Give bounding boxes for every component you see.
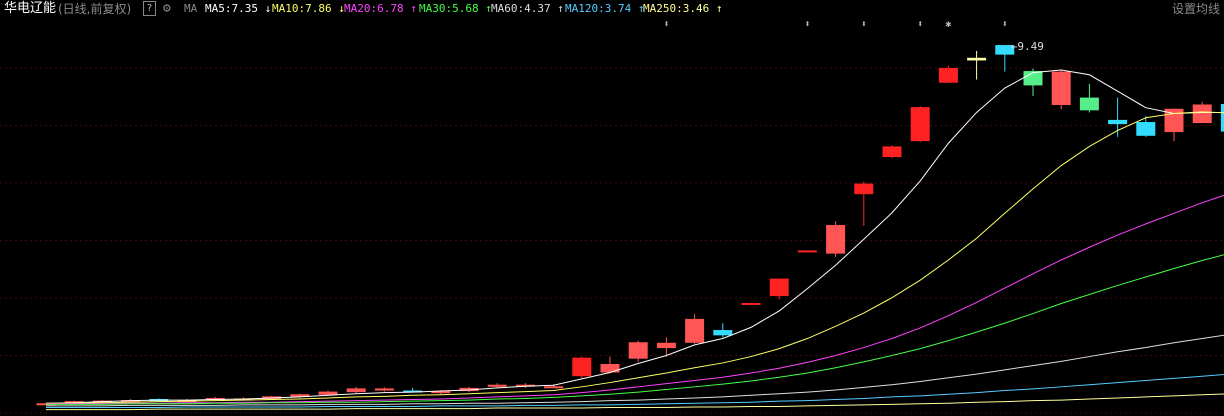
- ma-legend-item-ma60: MA60:4.37 ↑: [491, 2, 564, 15]
- gear-icon[interactable]: ⚙: [163, 1, 171, 17]
- candle-body[interactable]: [1051, 71, 1071, 106]
- candle-body[interactable]: [938, 67, 958, 83]
- candle-body[interactable]: [487, 384, 507, 387]
- candle-body[interactable]: [826, 224, 846, 254]
- help-button[interactable]: ?: [143, 1, 156, 16]
- candle-body[interactable]: [374, 388, 394, 391]
- ma-legend-item-ma250: MA250:3.46 ↑: [643, 2, 723, 15]
- chart-toolbar: 华电辽能 (日线,前复权) ? ⚙ MA MA5:7.35 ↓ MA10:7.86…: [0, 0, 1224, 18]
- high-price-label: ←9.49: [1011, 40, 1044, 53]
- event-marker[interactable]: ⬍: [804, 19, 810, 30]
- candle-body[interactable]: [1136, 122, 1156, 136]
- candle-body[interactable]: [882, 146, 902, 158]
- candle-body[interactable]: [1192, 104, 1212, 124]
- candle-body[interactable]: [741, 302, 761, 305]
- event-marker[interactable]: ⬍: [663, 19, 669, 30]
- candle-body[interactable]: [713, 330, 733, 336]
- candle-body[interactable]: [628, 342, 648, 359]
- indicator-name: MA: [184, 2, 198, 15]
- candle-body[interactable]: [967, 57, 987, 61]
- candle-body[interactable]: [656, 342, 676, 349]
- candlestick-chart[interactable]: ←9.49⬍ ⬍ ⬍ ⬍ ✱ ⬍: [0, 18, 1224, 416]
- candle-body[interactable]: [600, 363, 620, 373]
- candle-body[interactable]: [769, 278, 789, 297]
- candle-body[interactable]: [572, 357, 592, 377]
- ma-legend-item-ma5: MA5:7.35 ↓: [205, 2, 272, 15]
- candle-body[interactable]: [1108, 119, 1128, 125]
- candle-body[interactable]: [685, 318, 705, 343]
- ma-line-ma10: [46, 111, 1224, 404]
- candle-body[interactable]: [910, 107, 930, 142]
- ma-legend-item-ma10: MA10:7.86 ↓: [272, 2, 345, 15]
- stock-name: 华电辽能: [4, 1, 57, 16]
- candle-body[interactable]: [318, 391, 338, 395]
- event-marker[interactable]: ⬍: [1002, 19, 1008, 30]
- candle-body[interactable]: [797, 250, 817, 253]
- set-ma-button[interactable]: 设置均线: [1172, 1, 1220, 17]
- candle-body[interactable]: [854, 183, 874, 195]
- candle-body[interactable]: [346, 388, 366, 393]
- candle-body[interactable]: [1079, 97, 1099, 111]
- ma-legend-item-ma20: MA20:6.78 ↑: [344, 2, 417, 15]
- period-label: (日线,前复权): [58, 2, 132, 16]
- event-marker[interactable]: ⬍: [861, 19, 867, 30]
- ma-line-ma30: [46, 254, 1224, 405]
- event-marker[interactable]: ✱: [945, 19, 951, 30]
- ma-legend-item-ma120: MA120:3.74 ↑: [565, 2, 645, 15]
- candle-body[interactable]: [544, 386, 564, 389]
- event-marker[interactable]: ⬍: [917, 19, 923, 30]
- ma-legend-item-ma30: MA30:5.68 ↑: [419, 2, 492, 15]
